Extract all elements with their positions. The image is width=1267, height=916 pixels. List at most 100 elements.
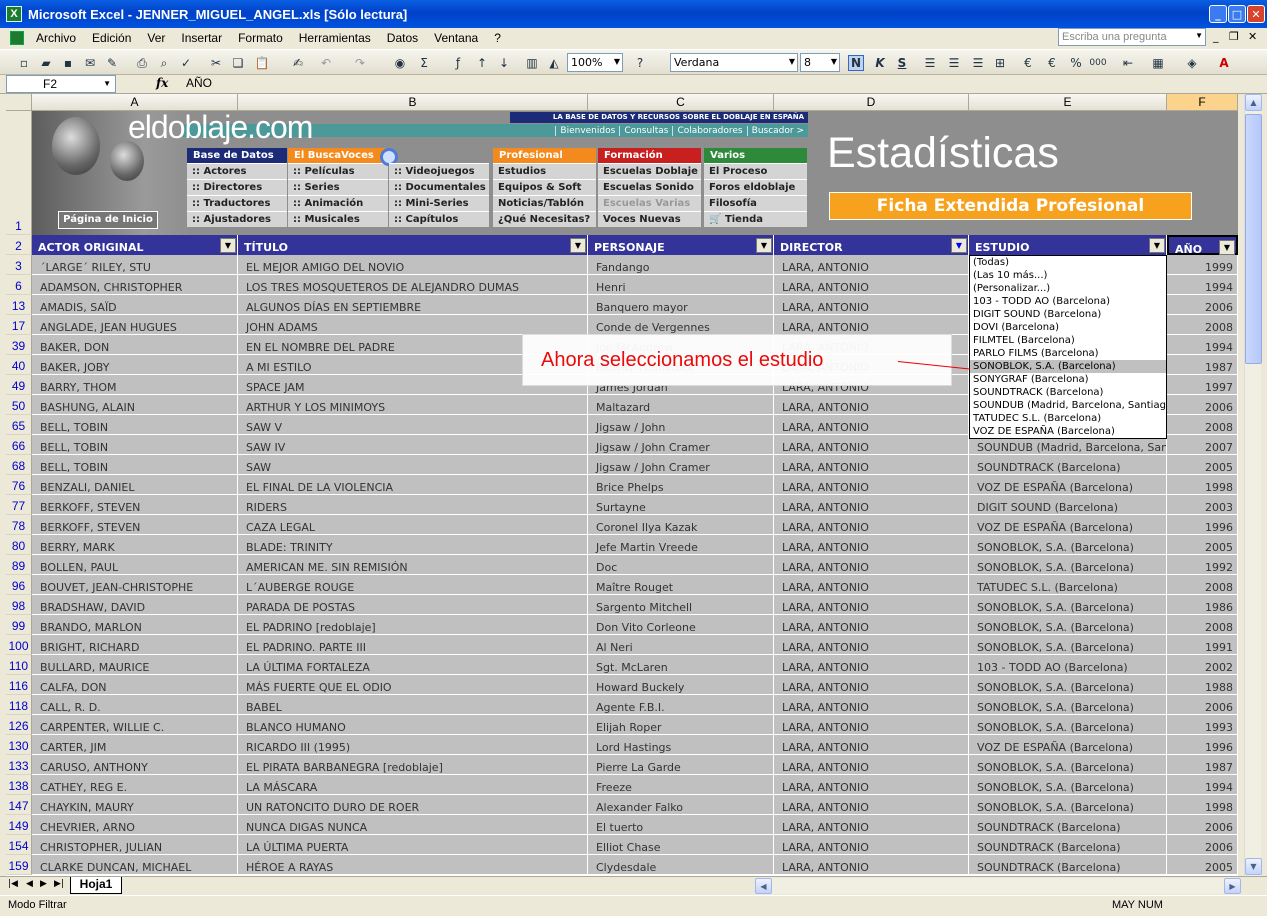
row-header[interactable]: 154	[6, 835, 32, 855]
table-cell-p[interactable]: Clydesdale	[588, 855, 774, 875]
table-cell-t[interactable]: RICARDO III (1995)	[238, 735, 588, 755]
document-icon[interactable]	[10, 31, 24, 45]
doc-minimize-icon[interactable]: _	[1213, 30, 1219, 43]
table-cell-p[interactable]: Alexander Falko	[588, 795, 774, 815]
excel-app-icon[interactable]: X	[6, 6, 22, 22]
nav-link[interactable]: Filosofía	[704, 195, 807, 211]
table-cell-a[interactable]: BAKER, DON	[32, 335, 238, 355]
scroll-down-icon[interactable]: ▼	[1245, 858, 1262, 875]
format-painter-icon[interactable]: ✍	[290, 55, 306, 71]
nav-link[interactable]: :: Musicales	[288, 211, 388, 227]
print-preview-icon[interactable]: ⌕	[156, 55, 172, 71]
table-cell-p[interactable]: Maître Rouget	[588, 575, 774, 595]
table-cell-d[interactable]: LARA, ANTONIO	[774, 295, 969, 315]
table-cell-t[interactable]: SAW IV	[238, 435, 588, 455]
row-header[interactable]: 50	[6, 395, 32, 415]
table-cell-e[interactable]: SOUNDTRACK (Barcelona)	[969, 835, 1167, 855]
table-cell-a[interactable]: BERKOFF, STEVEN	[32, 515, 238, 535]
table-cell-t[interactable]: EL PADRINO [redoblaje]	[238, 615, 588, 635]
table-cell-p[interactable]: Pierre La Garde	[588, 755, 774, 775]
filter-option[interactable]: (Todas)	[970, 256, 1166, 269]
nav-consultas[interactable]: Consultas	[619, 125, 672, 136]
table-cell-y[interactable]: 2005	[1167, 855, 1238, 875]
sort-asc-icon[interactable]: ↑	[474, 55, 490, 71]
table-cell-a[interactable]: BAKER, JOBY	[32, 355, 238, 375]
fill-color-icon[interactable]: ◈	[1184, 55, 1200, 71]
row-header[interactable]: 133	[6, 755, 32, 775]
table-cell-p[interactable]: Jefe Martin Vreede	[588, 535, 774, 555]
table-cell-a[interactable]: CARPENTER, WILLIE C.	[32, 715, 238, 735]
close-button[interactable]: ✕	[1247, 5, 1265, 23]
table-cell-p[interactable]: Freeze	[588, 775, 774, 795]
table-cell-d[interactable]: LARA, ANTONIO	[774, 535, 969, 555]
column-header-e[interactable]: E	[969, 94, 1167, 111]
align-right-icon[interactable]: ☰	[970, 55, 986, 71]
table-cell-d[interactable]: LARA, ANTONIO	[774, 575, 969, 595]
menu-ayuda[interactable]: ?	[486, 31, 509, 45]
table-cell-a[interactable]: ADAMSON, CHRISTOPHER	[32, 275, 238, 295]
borders-icon[interactable]: ▦	[1150, 55, 1166, 71]
row-header[interactable]: 147	[6, 795, 32, 815]
table-cell-e[interactable]: SOUNDTRACK (Barcelona)	[969, 455, 1167, 475]
chart-wizard-icon[interactable]: ▥	[524, 55, 540, 71]
table-cell-t[interactable]: EL MEJOR AMIGO DEL NOVIO	[238, 255, 588, 275]
nav-link[interactable]: Voces Nuevas	[598, 211, 701, 227]
table-cell-t[interactable]: ALGUNOS DÍAS EN SEPTIEMBRE	[238, 295, 588, 315]
horizontal-scrollbar[interactable]: ◀ ▶	[755, 878, 1241, 894]
filter-dropdown-icon[interactable]: ▼	[951, 238, 967, 253]
row-header[interactable]: 40	[6, 355, 32, 375]
thousands-icon[interactable]: 000	[1089, 55, 1106, 71]
nav-link[interactable]: :: Películas	[288, 163, 388, 179]
currency-euro-format-icon[interactable]: €	[1020, 55, 1036, 71]
table-cell-d[interactable]: LARA, ANTONIO	[774, 495, 969, 515]
row-header[interactable]: 49	[6, 375, 32, 395]
merge-center-icon[interactable]: ⊞	[992, 55, 1008, 71]
table-cell-a[interactable]: CALL, R. D.	[32, 695, 238, 715]
table-cell-e[interactable]: SONOBLOK, S.A. (Barcelona)	[969, 695, 1167, 715]
sheet-tab-hoja1[interactable]: Hoja1	[70, 877, 122, 894]
table-cell-d[interactable]: LARA, ANTONIO	[774, 695, 969, 715]
spelling-icon[interactable]: ✓	[178, 55, 194, 71]
chevron-down-icon[interactable]: ▼	[831, 57, 837, 66]
filter-option[interactable]: SONOBLOK, S.A. (Barcelona)	[970, 360, 1166, 373]
table-cell-d[interactable]: LARA, ANTONIO	[774, 515, 969, 535]
table-cell-t[interactable]: PARADA DE POSTAS	[238, 595, 588, 615]
filter-option[interactable]: TATUDEC S.L. (Barcelona)	[970, 412, 1166, 425]
header-titulo[interactable]: TÍTULO ▼	[238, 235, 588, 255]
table-cell-a[interactable]: CLARKE DUNCAN, MICHAEL	[32, 855, 238, 875]
table-cell-d[interactable]: LARA, ANTONIO	[774, 415, 969, 435]
table-cell-d[interactable]: LARA, ANTONIO	[774, 275, 969, 295]
filter-option[interactable]: SOUNDTRACK (Barcelona)	[970, 386, 1166, 399]
table-cell-y[interactable]: 2006	[1167, 835, 1238, 855]
table-cell-p[interactable]: Howard Buckely	[588, 675, 774, 695]
table-cell-d[interactable]: LARA, ANTONIO	[774, 435, 969, 455]
table-cell-a[interactable]: BRADSHAW, DAVID	[32, 595, 238, 615]
align-center-icon[interactable]: ☰	[946, 55, 962, 71]
table-cell-d[interactable]: LARA, ANTONIO	[774, 855, 969, 875]
table-cell-a[interactable]: BULLARD, MAURICE	[32, 655, 238, 675]
next-sheet-icon[interactable]: ▶	[40, 879, 47, 889]
table-cell-e[interactable]: SONOBLOK, S.A. (Barcelona)	[969, 775, 1167, 795]
row-header[interactable]: 6	[6, 275, 32, 295]
row-header[interactable]: 17	[6, 315, 32, 335]
nav-link[interactable]: :: Videojuegos	[389, 163, 489, 179]
table-cell-e[interactable]: SONOBLOK, S.A. (Barcelona)	[969, 615, 1167, 635]
table-cell-p[interactable]: Doc	[588, 555, 774, 575]
scroll-right-icon[interactable]: ▶	[1224, 878, 1241, 894]
header-ano[interactable]: AÑO ▼	[1167, 235, 1238, 256]
table-cell-a[interactable]: BRIGHT, RICHARD	[32, 635, 238, 655]
function-icon[interactable]: fx	[156, 76, 168, 90]
euro-icon[interactable]: €	[1044, 55, 1060, 71]
table-cell-p[interactable]: Maltazard	[588, 395, 774, 415]
table-cell-y[interactable]: 2008	[1167, 315, 1238, 335]
table-cell-e[interactable]: SONOBLOK, S.A. (Barcelona)	[969, 635, 1167, 655]
table-cell-e[interactable]: SONOBLOK, S.A. (Barcelona)	[969, 595, 1167, 615]
font-select[interactable]: Verdana ▼	[670, 53, 798, 72]
table-cell-d[interactable]: LARA, ANTONIO	[774, 715, 969, 735]
row-header[interactable]: 39	[6, 335, 32, 355]
table-cell-t[interactable]: EL FINAL DE LA VIOLENCIA	[238, 475, 588, 495]
last-sheet-icon[interactable]: ▶|	[54, 879, 64, 889]
table-cell-d[interactable]: LARA, ANTONIO	[774, 255, 969, 275]
table-cell-a[interactable]: AMADIS, SAÏD	[32, 295, 238, 315]
table-cell-t[interactable]: NUNCA DIGAS NUNCA	[238, 815, 588, 835]
